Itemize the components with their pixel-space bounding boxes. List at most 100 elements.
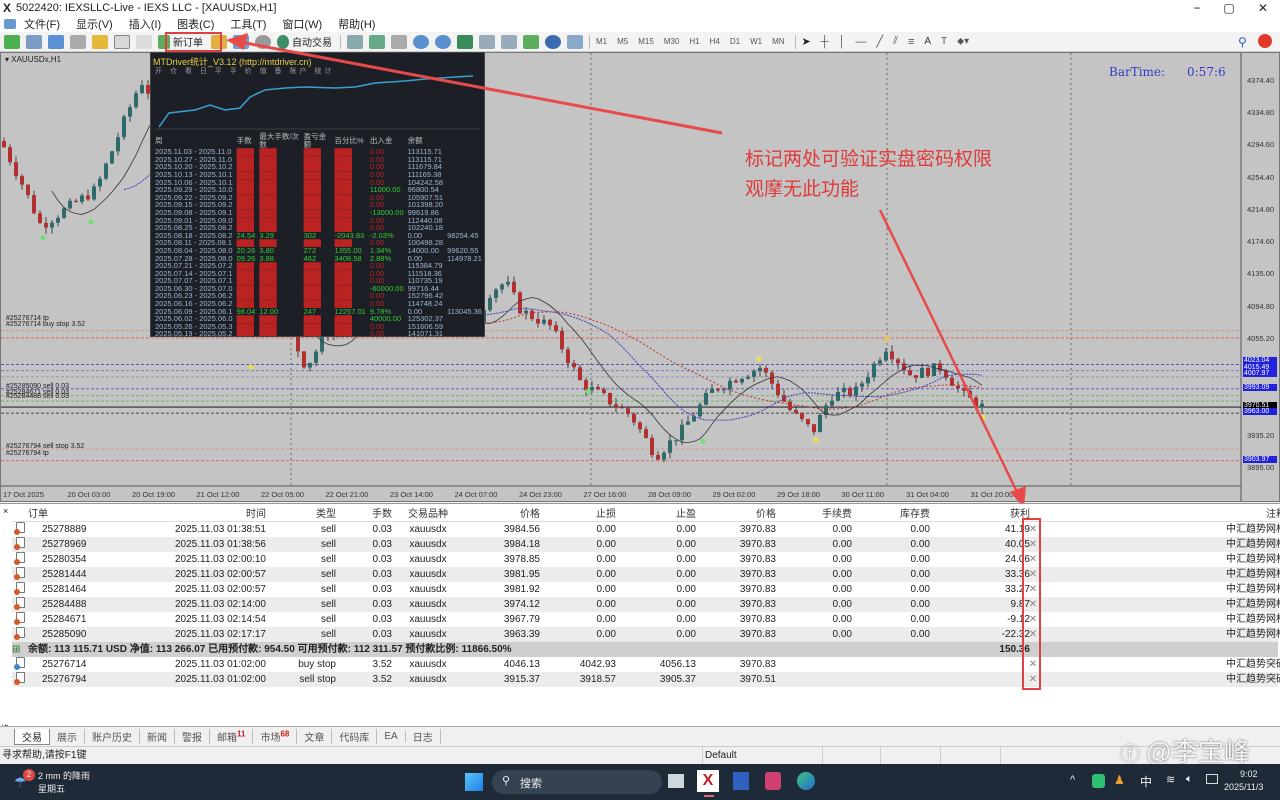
cursor-icon[interactable]: ➤ [802,35,811,48]
table-row[interactable]: 25285090 2025.11.03 02:17:17 sell 0.03 xauus… [12,627,1280,642]
vps-icon[interactable] [255,34,271,49]
timeframe-m5[interactable]: M5 [617,37,628,46]
zoom-in-icon[interactable] [413,34,429,49]
tab-6[interactable]: 市场68 [253,729,298,744]
xtrader-app-icon[interactable]: X [697,770,719,792]
table-row[interactable]: 25284671 2025.11.03 02:14:54 sell 0.03 xauus… [12,612,1280,627]
tab-9[interactable]: EA [377,731,406,742]
table-row[interactable]: 25280354 2025.11.03 02:00:10 sell 0.03 xauus… [12,552,1280,567]
notification-icon[interactable] [1258,34,1272,48]
signals-icon[interactable] [233,34,249,49]
terminal-close-icon[interactable]: × [3,506,8,516]
volume-icon[interactable]: 🔈︎ [1186,773,1193,786]
battery-icon[interactable] [1206,774,1218,784]
timeframe-w1[interactable]: W1 [750,37,762,46]
tab-2[interactable]: 账户历史 [85,729,140,744]
menu-charts[interactable]: 图表(C) [177,16,214,32]
periods-icon[interactable] [545,34,561,49]
ime-indicator[interactable]: 中 [1140,773,1152,790]
tray-expand-icon[interactable]: ^ [1070,774,1075,786]
taskbar-search-box[interactable]: ⚲ 搜索 [492,770,662,794]
tab-8[interactable]: 代码库 [332,729,378,744]
remote-app-icon[interactable] [733,772,749,790]
vertical-line-icon[interactable]: │ [839,36,846,48]
tab-5[interactable]: 邮箱11 [210,729,254,744]
column-header-time[interactable]: 时间 [142,507,266,522]
zoom-out-icon[interactable] [435,34,451,49]
text-tool-icon[interactable]: A [924,36,931,47]
column-header-current-price[interactable]: 价格 [700,507,776,522]
table-row[interactable]: 25284488 2025.11.03 02:14:00 sell 0.03 xauus… [12,597,1280,612]
column-header-take-profit[interactable]: 止盈 [620,507,696,522]
edge-browser-icon[interactable] [797,772,815,790]
timeframe-h4[interactable]: H4 [710,37,720,46]
minimize-button[interactable]: − [1180,0,1214,16]
trendline-icon[interactable]: ╱ [876,35,883,48]
tab-1[interactable]: 展示 [50,729,85,744]
start-windows-icon[interactable] [465,773,483,791]
tester-icon[interactable] [136,34,152,49]
table-row[interactable]: 25276794 2025.11.03 01:02:00 sell stop 3.52… [12,672,1280,687]
search-icon[interactable]: ⚲ [1238,35,1247,49]
column-header-type[interactable]: 类型 [268,507,336,522]
shapes-icon[interactable]: ⬥▾ [957,36,969,47]
timeframe-d1[interactable]: D1 [730,37,740,46]
table-row[interactable]: 25278889 2025.11.03 01:38:51 sell 0.03 xauus… [12,522,1280,537]
wechat-tray-icon[interactable] [1092,774,1105,788]
new-chart-icon[interactable] [4,34,20,49]
tab-7[interactable]: 文章 [297,729,333,744]
menu-file[interactable]: 文件(F) [24,16,60,32]
menu-view[interactable]: 显示(V) [76,16,113,32]
column-header-stop-loss[interactable]: 止损 [542,507,616,522]
close-button[interactable]: ✕ [1246,0,1280,16]
bar-chart-icon[interactable] [347,34,363,49]
clock-time[interactable]: 9:02 [1240,769,1258,779]
tab-3[interactable]: 新闻 [140,729,175,744]
wifi-icon[interactable]: ≋ [1166,773,1175,786]
crosshair-tool-icon[interactable]: ┼ [821,36,829,48]
auto-trading-button[interactable]: 自动交易 [277,34,332,49]
line-chart-icon[interactable] [391,34,407,49]
column-header-swap[interactable]: 库存费 [856,507,930,522]
menu-tools[interactable]: 工具(T) [230,16,266,32]
timeframe-m15[interactable]: M15 [638,37,654,46]
indicators-icon[interactable] [523,34,539,49]
candlestick-icon[interactable] [369,34,385,49]
column-header-commission[interactable]: 手续费 [778,507,852,522]
profiles-icon[interactable] [26,34,42,49]
chart-menu-icon[interactable] [4,19,16,29]
table-row[interactable]: 25278969 2025.11.03 01:38:56 sell 0.03 xauus… [12,537,1280,552]
menu-help[interactable]: 帮助(H) [338,16,375,32]
tab-4[interactable]: 警报 [175,729,210,744]
tab-0[interactable]: 交易 [14,728,50,745]
navigator-icon[interactable] [92,34,108,49]
tab-10[interactable]: 日志 [406,729,441,744]
timeframe-h1[interactable]: H1 [689,37,699,46]
fibonacci-icon[interactable]: ≡ [908,36,914,48]
task-view-icon[interactable] [668,774,684,788]
templates-icon[interactable] [567,34,583,49]
terminal-icon[interactable] [114,34,130,49]
column-header-lots[interactable]: 手数 [340,507,392,522]
column-header-order[interactable]: 订单 [28,507,138,522]
timeframe-mn[interactable]: MN [772,37,784,46]
horizontal-line-icon[interactable]: — [855,36,866,48]
channel-icon[interactable]: ⫽ [893,35,898,48]
menu-window[interactable]: 窗口(W) [282,16,322,32]
table-row[interactable]: 25281464 2025.11.03 02:00:57 sell 0.03 xauus… [12,582,1280,597]
column-header-symbol[interactable]: 交易品种 [393,507,463,522]
market-watch-icon[interactable] [48,34,64,49]
app-icon[interactable] [765,772,781,790]
column-header-price[interactable]: 价格 [464,507,540,522]
timeframe-m30[interactable]: M30 [664,37,680,46]
weather-text[interactable]: 2 mm 的降雨 [38,769,90,782]
text-label-icon[interactable]: T [941,36,947,47]
table-row[interactable]: 25281444 2025.11.03 02:00:57 sell 0.03 xauus… [12,567,1280,582]
table-row[interactable]: 25276714 2025.11.03 01:02:00 buy stop 3.52 x… [12,657,1280,672]
autoscroll-icon[interactable] [479,34,495,49]
timeframe-m1[interactable]: M1 [596,37,607,46]
menu-insert[interactable]: 插入(I) [129,16,161,32]
column-header-comment[interactable]: 注释 [1054,507,1280,522]
clock-date[interactable]: 2025/11/3 [1224,782,1263,792]
crosshair-icon[interactable] [70,34,86,49]
